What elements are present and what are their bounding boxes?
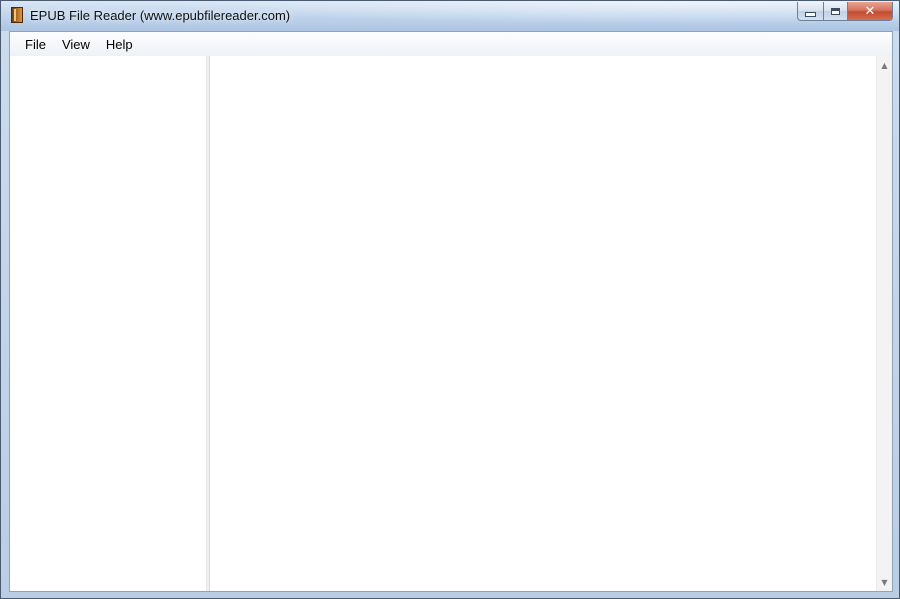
minimize-button[interactable] bbox=[797, 2, 823, 21]
menu-view[interactable]: View bbox=[54, 34, 98, 55]
caption-buttons: ✕ bbox=[797, 2, 893, 21]
menu-help[interactable]: Help bbox=[98, 34, 141, 55]
title-bar[interactable]: EPUB File Reader (www.epubfilereader.com… bbox=[1, 1, 899, 31]
vertical-scrollbar[interactable]: ▲ ▼ bbox=[876, 56, 892, 591]
scroll-down-icon[interactable]: ▼ bbox=[877, 575, 892, 590]
menu-bar: File View Help bbox=[10, 32, 892, 56]
scroll-up-icon[interactable]: ▲ bbox=[877, 58, 892, 73]
maximize-icon bbox=[831, 7, 840, 15]
menu-file[interactable]: File bbox=[17, 34, 54, 55]
reading-pane[interactable] bbox=[210, 56, 876, 591]
navigation-pane[interactable] bbox=[10, 56, 206, 591]
maximize-button[interactable] bbox=[823, 2, 848, 21]
minimize-icon bbox=[805, 11, 816, 17]
app-window: EPUB File Reader (www.epubfilereader.com… bbox=[0, 0, 900, 599]
close-icon: ✕ bbox=[864, 3, 876, 19]
book-icon[interactable] bbox=[11, 7, 23, 23]
close-button[interactable]: ✕ bbox=[848, 2, 893, 21]
client-area: File View Help ▲ ▼ bbox=[9, 31, 893, 592]
window-title: EPUB File Reader (www.epubfilereader.com… bbox=[30, 8, 291, 23]
